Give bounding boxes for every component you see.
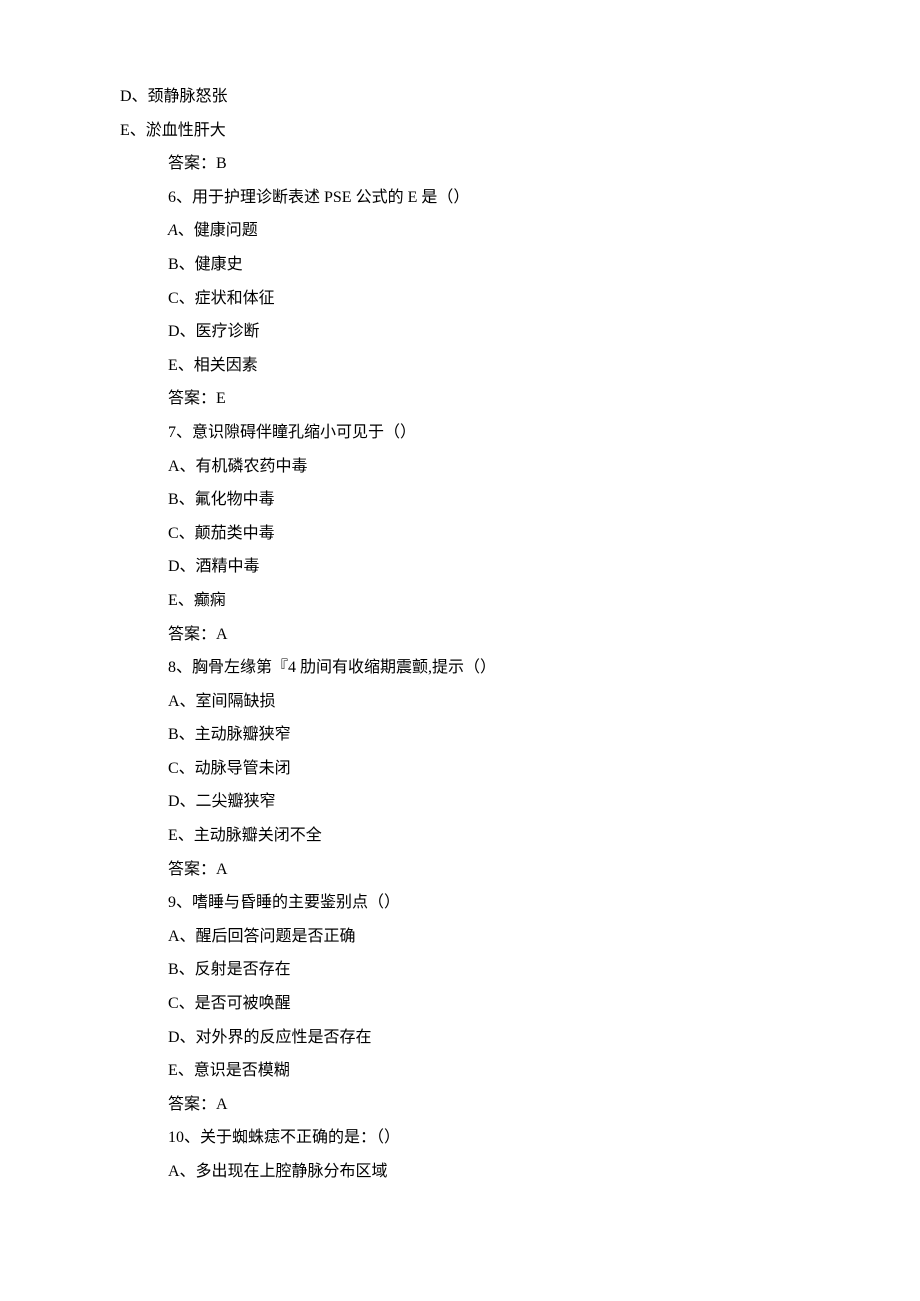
line-text: D、二尖瓣狭窄 — [168, 793, 276, 810]
text-line: C、颠茄类中毒 — [120, 517, 800, 551]
text-line: A、多出现在上腔静脉分布区域 — [120, 1155, 800, 1189]
line-text: B、氟化物中毒 — [168, 491, 275, 508]
line-text: D、颈静脉怒张 — [120, 88, 228, 105]
line-text: A、有机磷农药中毒 — [168, 458, 308, 475]
text-line: D、对外界的反应性是否存在 — [120, 1021, 800, 1055]
line-text: 答案：B — [168, 155, 227, 172]
line-text: B、健康史 — [168, 256, 243, 273]
line-text: E、主动脉瓣关闭不全 — [168, 827, 322, 844]
line-text: 10、关于蜘蛛痣不正确的是：（） — [168, 1129, 400, 1146]
text-line: C、动脉导管未闭 — [120, 752, 800, 786]
line-text: E、淤血性肝大 — [120, 122, 226, 139]
text-line: 6、用于护理诊断表述 PSE 公式的 E 是（） — [120, 181, 800, 215]
line-text: C、是否可被唤醒 — [168, 995, 291, 1012]
text-line: B、反射是否存在 — [120, 953, 800, 987]
text-line: A、室间隔缺损 — [120, 685, 800, 719]
line-text: 、健康问题 — [178, 222, 258, 239]
line-text: B、主动脉瓣狭窄 — [168, 726, 291, 743]
line-text: C、动脉导管未闭 — [168, 760, 291, 777]
text-line: C、是否可被唤醒 — [120, 987, 800, 1021]
line-text: D、酒精中毒 — [168, 558, 260, 575]
text-line: 10、关于蜘蛛痣不正确的是：（） — [120, 1121, 800, 1155]
line-text: E、意识是否模糊 — [168, 1062, 290, 1079]
line-text: 答案：A — [168, 626, 228, 643]
text-line: 9、嗜睡与昏睡的主要鉴别点（） — [120, 886, 800, 920]
text-line: E、淤血性肝大 — [120, 114, 800, 148]
text-line: E、相关因素 — [120, 349, 800, 383]
line-text: E、相关因素 — [168, 357, 258, 374]
text-line: C、症状和体征 — [120, 282, 800, 316]
text-line: 答案：A — [120, 1088, 800, 1122]
text-line: D、酒精中毒 — [120, 550, 800, 584]
line-text: E、癫痫 — [168, 592, 226, 609]
line-text: D、医疗诊断 — [168, 323, 260, 340]
text-line: A、有机磷农药中毒 — [120, 450, 800, 484]
line-text: 答案：A — [168, 861, 228, 878]
line-text: D、对外界的反应性是否存在 — [168, 1029, 372, 1046]
line-text: 答案：A — [168, 1096, 228, 1113]
text-line: 答案：E — [120, 382, 800, 416]
line-text: 6、用于护理诊断表述 PSE 公式的 E 是（） — [168, 189, 469, 206]
option-prefix: A — [168, 222, 178, 239]
text-line: 答案：B — [120, 147, 800, 181]
text-line: A、健康问题 — [120, 214, 800, 248]
line-text: 7、意识隙碍伴瞳孔缩小可见于（） — [168, 424, 416, 441]
text-line: D、二尖瓣狭窄 — [120, 785, 800, 819]
document-content: D、颈静脉怒张 E、淤血性肝大答案：B 6、用于护理诊断表述 PSE 公式的 E 是… — [120, 80, 800, 1189]
line-text: A、室间隔缺损 — [168, 693, 276, 710]
text-line: D、颈静脉怒张 — [120, 80, 800, 114]
document-page: D、颈静脉怒张 E、淤血性肝大答案：B 6、用于护理诊断表述 PSE 公式的 E 是… — [0, 0, 920, 1269]
text-line: 7、意识隙碍伴瞳孔缩小可见于（） — [120, 416, 800, 450]
line-text: C、颠茄类中毒 — [168, 525, 275, 542]
line-text: 9、嗜睡与昏睡的主要鉴别点（） — [168, 894, 400, 911]
line-text: A、醒后回答问题是否正确 — [168, 928, 356, 945]
text-line: 答案：A — [120, 618, 800, 652]
text-line: E、主动脉瓣关闭不全 — [120, 819, 800, 853]
text-line: B、氟化物中毒 — [120, 483, 800, 517]
line-text: A、多出现在上腔静脉分布区域 — [168, 1163, 388, 1180]
text-line: E、意识是否模糊 — [120, 1054, 800, 1088]
text-line: B、主动脉瓣狭窄 — [120, 718, 800, 752]
line-text: 8、胸骨左缘第『4 肋间有收缩期震颤,提示（） — [168, 659, 496, 676]
text-line: 答案：A — [120, 853, 800, 887]
text-line: 8、胸骨左缘第『4 肋间有收缩期震颤,提示（） — [120, 651, 800, 685]
text-line: E、癫痫 — [120, 584, 800, 618]
text-line: D、医疗诊断 — [120, 315, 800, 349]
text-line: A、醒后回答问题是否正确 — [120, 920, 800, 954]
line-text: C、症状和体征 — [168, 290, 275, 307]
line-text: 答案：E — [168, 390, 226, 407]
line-text: B、反射是否存在 — [168, 961, 291, 978]
text-line: B、健康史 — [120, 248, 800, 282]
